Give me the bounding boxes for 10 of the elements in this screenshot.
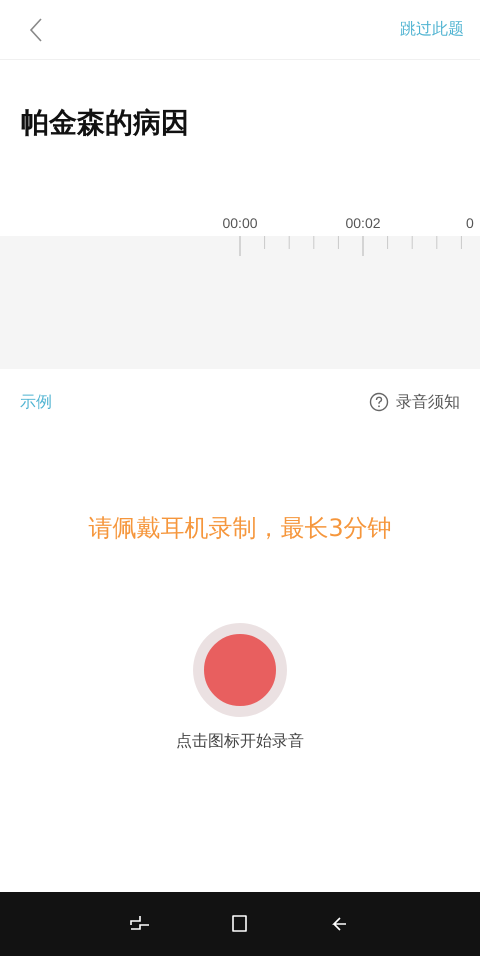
help-icon[interactable] <box>369 392 389 412</box>
question-title: 帕金森的病因 <box>21 105 190 141</box>
time-label: 00:02 <box>345 215 381 231</box>
skip-link[interactable]: 跳过此题 <box>400 19 464 40</box>
recording-hint: 请佩戴耳机录制，最长3分钟 <box>87 513 393 543</box>
help-link[interactable]: 录音须知 <box>396 392 460 412</box>
time-label: 0 <box>466 215 475 231</box>
time-label: 00:00 <box>222 215 258 231</box>
record-caption: 点击图标开始录音 <box>176 731 304 752</box>
example-link[interactable]: 示例 <box>20 392 52 412</box>
